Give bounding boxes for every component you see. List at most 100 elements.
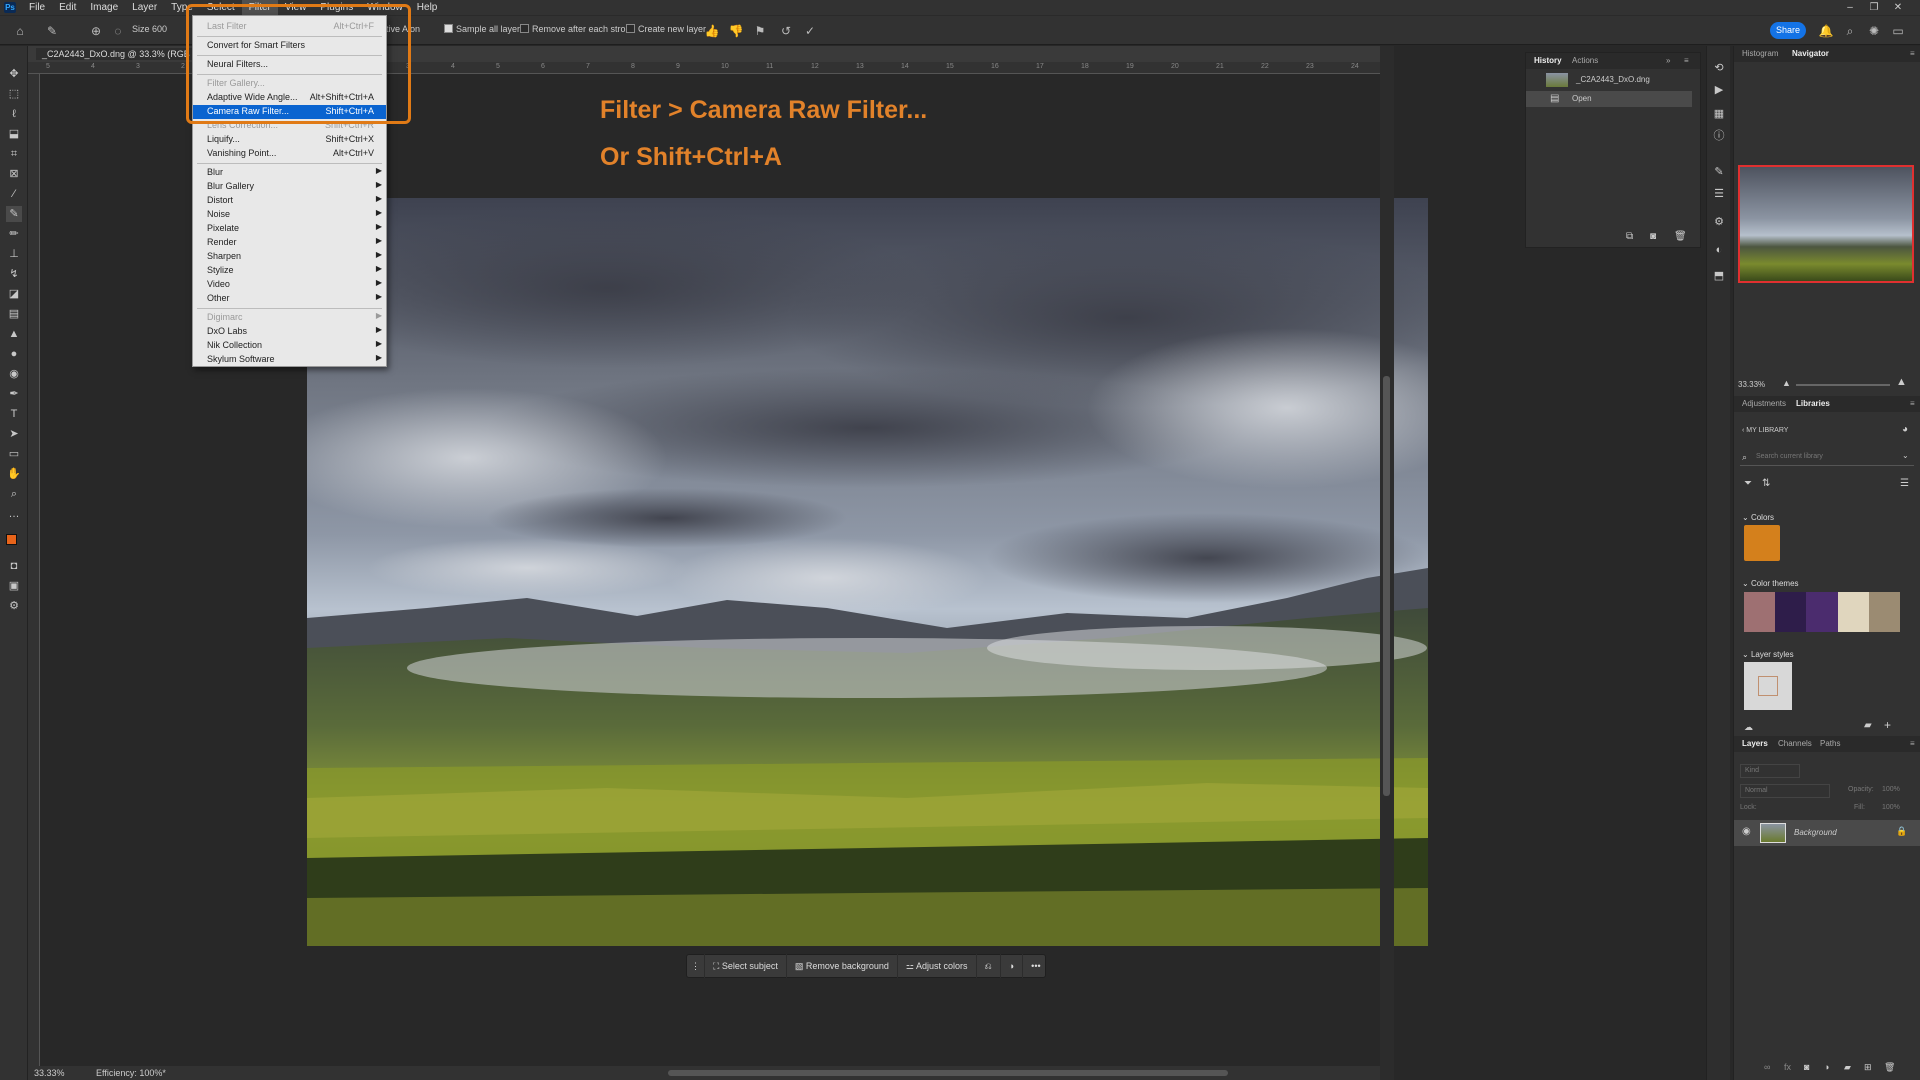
search-icon[interactable]: ⌕	[1842, 23, 1858, 39]
efficiency-info[interactable]: Efficiency: 100%*	[96, 1068, 166, 1078]
menu-edit[interactable]: Edit	[52, 0, 83, 15]
menu-layer[interactable]: Layer	[125, 0, 164, 15]
menu-item-liquify[interactable]: Liquify... Shift+Ctrl+X	[193, 133, 386, 147]
horizontal-scrollbar[interactable]	[668, 1070, 1228, 1076]
notifications-icon[interactable]: 🔔	[1818, 23, 1834, 39]
menu-item-vanishing-point[interactable]: Vanishing Point... Alt+Ctrl+V	[193, 147, 386, 161]
zoom-slider[interactable]	[1796, 384, 1890, 386]
navigator-zoom[interactable]: 33.33%	[1738, 380, 1765, 389]
menu-item-other[interactable]: Other ▶	[193, 292, 386, 306]
tab-navigator[interactable]: Navigator	[1792, 49, 1829, 58]
layer-styles-heading[interactable]: ⌄ Layer styles	[1742, 650, 1794, 659]
tab-libraries[interactable]: Libraries	[1796, 399, 1830, 408]
document-tab[interactable]: _C2A2443_DxO.dng @ 33.3% (RGB 16	[36, 48, 209, 60]
delete-layer-icon[interactable]: 🗑	[1884, 1062, 1895, 1073]
menu-file[interactable]: File	[22, 0, 52, 15]
tab-histogram[interactable]: Histogram	[1742, 49, 1778, 58]
thumbs-down-icon[interactable]: 👎	[728, 23, 744, 39]
brush-preset-icon[interactable]: ⊕	[88, 23, 104, 39]
screen-mode-icon[interactable]: ▣	[6, 578, 22, 594]
object-selection-tool-icon[interactable]: ⬓	[6, 126, 22, 142]
plugins-icon[interactable]: ⬒	[1711, 268, 1727, 284]
generative-icon[interactable]: ⚙	[6, 598, 22, 614]
spot-healing-brush-icon[interactable]: ✎	[44, 23, 60, 39]
menu-item-blur-gallery[interactable]: Blur Gallery ▶	[193, 180, 386, 194]
remove-background-button[interactable]: ▧ Remove background	[787, 954, 898, 978]
menu-item-sharpen[interactable]: Sharpen ▶	[193, 250, 386, 264]
cloud-icon[interactable]: ☁	[1744, 722, 1753, 733]
select-subject-button[interactable]: ⛶ Select subject	[705, 954, 787, 978]
menu-item-blur[interactable]: Blur ▶	[193, 166, 386, 180]
tab-channels[interactable]: Channels	[1778, 739, 1812, 748]
library-search[interactable]: ⌕ Search current library ⌄	[1740, 450, 1914, 466]
sample-all-layers-checkbox[interactable]: Sample all layers	[444, 24, 525, 34]
frame-tool-icon[interactable]: ⊠	[6, 166, 22, 182]
minimize-icon[interactable]: –	[1838, 0, 1862, 15]
edit-toolbar-icon[interactable]: …	[6, 506, 22, 522]
opacity-value[interactable]: 100%	[1882, 786, 1900, 793]
eye-icon[interactable]: ◉	[1742, 826, 1751, 837]
camera-icon[interactable]: ◙	[1650, 231, 1656, 242]
tab-layers[interactable]: Layers	[1742, 739, 1768, 748]
type-tool-icon[interactable]: T	[6, 406, 22, 422]
new-layer-icon[interactable]: ⊞	[1864, 1062, 1872, 1073]
history-snapshot[interactable]: _C2A2443_DxO.dng	[1526, 71, 1700, 89]
blend-mode-select[interactable]: Normal	[1740, 784, 1830, 798]
rectangle-tool-icon[interactable]: ▭	[6, 446, 22, 462]
healing-brush-tool-icon[interactable]: ✎	[6, 206, 22, 222]
properties-icon[interactable]: ⚙	[1711, 214, 1727, 230]
menu-item-pixelate[interactable]: Pixelate ▶	[193, 222, 386, 236]
landscape-photo[interactable]	[307, 198, 1428, 946]
share-button[interactable]: Share	[1770, 22, 1806, 39]
tab-adjustments[interactable]: Adjustments	[1742, 399, 1786, 408]
home-icon[interactable]: ⌂	[12, 23, 28, 39]
drag-handle-icon[interactable]: ⋮	[687, 954, 705, 978]
menu-item-distort[interactable]: Distort ▶	[193, 194, 386, 208]
adjustment-layer-icon[interactable]: ◑	[1824, 1062, 1829, 1072]
sort-icon[interactable]: ⇅	[1762, 478, 1770, 489]
library-name[interactable]: ‹ MY LIBRARY	[1742, 427, 1788, 434]
tab-actions[interactable]: Actions	[1572, 56, 1598, 65]
adjustments-icon[interactable]: ☰	[1711, 186, 1727, 202]
color-themes-heading[interactable]: ⌄ Color themes	[1742, 579, 1799, 588]
foreground-color-swatch[interactable]	[6, 534, 17, 545]
size-value[interactable]: 600	[152, 24, 167, 34]
expand-icon[interactable]: »	[1666, 56, 1670, 65]
layer-row-background[interactable]: ◉ Background 🔒	[1734, 820, 1920, 846]
menu-help[interactable]: Help	[410, 0, 445, 15]
menu-item-render[interactable]: Render ▶	[193, 236, 386, 250]
crop-tool-icon[interactable]: ⌗	[6, 146, 22, 162]
link-icon[interactable]: ∞	[1764, 1062, 1770, 1072]
zoom-in-icon[interactable]: ▲	[1896, 376, 1907, 388]
dodge-tool-icon[interactable]: ●	[6, 346, 22, 362]
hand-tool-icon[interactable]: ✋	[6, 466, 22, 482]
lock-icon[interactable]: 🔒	[1896, 826, 1907, 837]
collaborate-icon[interactable]: ◕	[1902, 424, 1908, 435]
colors-heading[interactable]: ⌄ Colors	[1742, 513, 1774, 522]
adjust-colors-button[interactable]: ⚍ Adjust colors	[898, 954, 977, 978]
panel-menu-icon[interactable]: ≡	[1910, 739, 1915, 748]
menu-item-noise[interactable]: Noise ▶	[193, 208, 386, 222]
color-theme[interactable]	[1744, 592, 1901, 632]
flag-icon[interactable]: ⚑	[752, 23, 768, 39]
history-panel-icon[interactable]: ⟲	[1711, 60, 1727, 76]
lasso-tool-icon[interactable]: ℓ	[6, 106, 22, 122]
navigator-preview[interactable]	[1738, 165, 1914, 283]
restore-icon[interactable]: ❐	[1862, 0, 1886, 15]
move-tool-icon[interactable]: ✥	[6, 66, 22, 82]
menu-item-video[interactable]: Video ▶	[193, 278, 386, 292]
mask-icon[interactable]: ◙	[1804, 1062, 1809, 1072]
close-icon[interactable]: ✕	[1886, 0, 1910, 15]
adjust-icon[interactable]: ◑	[1001, 954, 1024, 978]
panel-menu-icon[interactable]: ≡	[1910, 49, 1915, 58]
panel-menu-icon[interactable]: ≡	[1910, 399, 1915, 408]
trash-icon[interactable]: 🗑	[1674, 231, 1687, 242]
zoom-out-icon[interactable]: ▲	[1782, 378, 1791, 388]
menu-item-nik-collection[interactable]: Nik Collection ▶	[193, 339, 386, 353]
clone-stamp-tool-icon[interactable]: ⊥	[6, 246, 22, 262]
pen-tool-icon[interactable]: ✒	[6, 386, 22, 402]
workspace-icon[interactable]: ▭	[1890, 23, 1906, 39]
styles-icon[interactable]: ◐	[1711, 242, 1727, 258]
tab-paths[interactable]: Paths	[1820, 739, 1840, 748]
path-selection-tool-icon[interactable]: ➤	[6, 426, 22, 442]
